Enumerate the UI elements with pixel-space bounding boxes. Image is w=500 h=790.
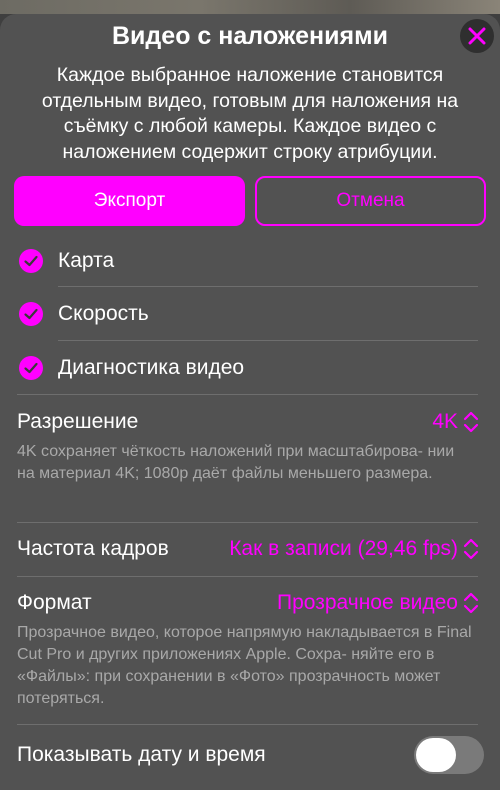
overlay-item-label: Диагностика видео <box>58 355 245 379</box>
checkmark-circle-icon <box>19 355 43 380</box>
chevron-up-down-icon <box>463 411 479 433</box>
format-label: Формат <box>17 591 92 614</box>
background-video-preview <box>0 0 500 14</box>
close-button[interactable] <box>460 19 494 53</box>
divider <box>17 522 478 523</box>
overlay-item-map[interactable]: Карта <box>0 234 500 287</box>
divider <box>17 724 478 725</box>
chevron-up-down-icon <box>463 592 479 614</box>
cancel-button[interactable]: Отмена <box>255 176 486 226</box>
overlay-item-label: Скорость <box>58 301 149 325</box>
format-hint: Прозрачное видео, которое напрямую накла… <box>17 624 472 707</box>
overlay-item-speed[interactable]: Скорость <box>0 287 500 340</box>
toggle-knob <box>416 738 456 772</box>
framerate-label: Частота кадров <box>17 537 169 560</box>
divider <box>17 576 478 577</box>
close-icon <box>468 27 486 45</box>
resolution-value[interactable]: 4K <box>432 407 458 437</box>
checkmark-circle-icon <box>19 248 43 273</box>
chevron-up-down-icon <box>463 538 479 560</box>
sheet-description: Каждое выбранное наложение становится от… <box>41 64 459 163</box>
divider <box>17 394 478 395</box>
overlay-item-video-diagnostics[interactable]: Диагностика видео <box>0 341 500 394</box>
framerate-value[interactable]: Как в записи (29,46 fps) <box>229 534 458 564</box>
resolution-setting[interactable]: Разрешение 4K <box>0 407 500 437</box>
overlay-video-sheet: Видео с наложениями Каждое выбранное нал… <box>0 14 500 790</box>
format-value[interactable]: Прозрачное видео <box>277 588 458 618</box>
sheet-title: Видео с наложениями <box>112 22 388 50</box>
show-datetime-toggle[interactable] <box>414 736 484 774</box>
resolution-label: Разрешение <box>17 410 139 433</box>
overlay-item-label: Карта <box>58 248 115 272</box>
export-button[interactable]: Экспорт <box>14 176 245 226</box>
show-datetime-label: Показывать дату и время <box>17 743 266 766</box>
checkmark-circle-icon <box>19 301 43 326</box>
resolution-hint: 4K сохраняет чёткость наложений при масш… <box>17 443 455 482</box>
format-setting[interactable]: Формат Прозрачное видео <box>0 588 500 618</box>
framerate-setting[interactable]: Частота кадров Как в записи (29,46 fps) <box>0 534 500 564</box>
